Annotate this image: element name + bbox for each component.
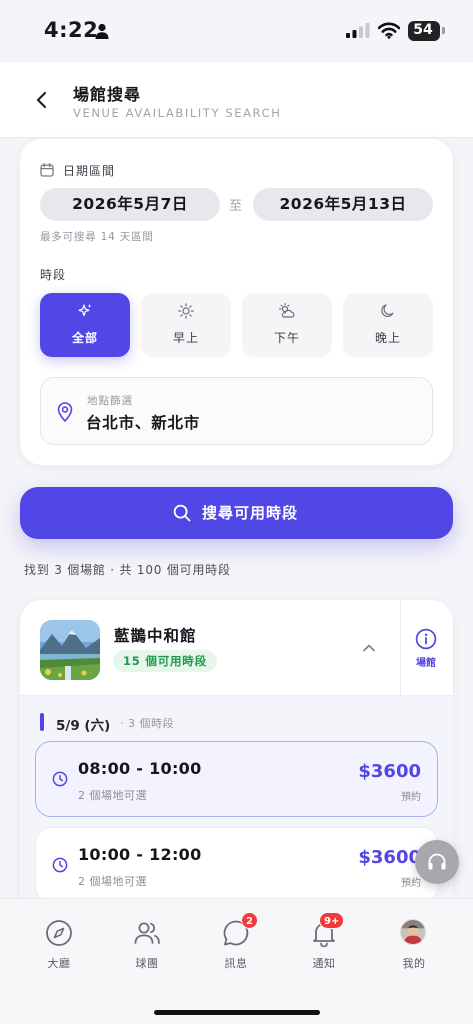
customer-support-button[interactable]	[415, 840, 459, 884]
venue-name: 藍鵲中和館	[114, 627, 197, 645]
period-morning-button[interactable]: 早上	[141, 293, 231, 357]
bottom-tab-bar: 大廳 球團 2 訊息 9+ 通知 我的	[0, 898, 473, 1024]
tab-messages[interactable]: 2 訊息	[206, 912, 266, 979]
slot-price: $3600	[358, 847, 421, 868]
avatar	[400, 919, 426, 945]
chevron-up-icon[interactable]	[361, 640, 377, 656]
status-bar: 4:22 54	[0, 0, 473, 62]
battery-level: 54	[413, 22, 433, 38]
period-label: 時段	[40, 268, 67, 282]
tab-profile-label: 我的	[402, 957, 426, 970]
period-morning-label: 早上	[172, 331, 199, 345]
location-filter[interactable]: 地點篩選 台北市、新北市	[40, 377, 433, 445]
tab-groups-label: 球團	[135, 957, 159, 970]
moon-icon	[381, 304, 394, 317]
venue-card: 藍鵲中和館 15 個可用時段 場館 5/9 (六) · 3 個時段 08:00 …	[20, 600, 453, 920]
page-header: 場館搜尋 VENUE AVAILABILITY SEARCH	[0, 62, 473, 138]
sun-icon	[178, 303, 194, 319]
slot-book-label[interactable]: 預約	[401, 874, 421, 889]
map-pin-icon	[57, 402, 73, 422]
day-accent-bar	[40, 713, 44, 731]
available-slots-badge: 15 個可用時段	[113, 650, 217, 672]
clock-icon	[52, 857, 68, 873]
tab-lobby-label: 大廳	[47, 957, 71, 970]
person-icon	[95, 23, 109, 39]
time-slot-card[interactable]: 08:00 - 10:00 2 個場地可選 $3600 預約	[35, 741, 438, 817]
time-slot-card[interactable]: 10:00 - 12:00 2 個場地可選 $3600 預約	[35, 827, 438, 903]
slot-time: 10:00 - 12:00	[78, 845, 202, 864]
search-icon	[173, 504, 191, 522]
start-date-field[interactable]: 2026年5月7日	[40, 188, 220, 221]
slot-price: $3600	[358, 761, 421, 782]
tab-messages-label: 訊息	[224, 957, 248, 970]
tab-notifications[interactable]: 9+ 通知	[294, 912, 354, 979]
period-evening-button[interactable]: 晚上	[343, 293, 433, 357]
date-range-label: 日期區間	[63, 164, 116, 178]
period-all-label: 全部	[71, 331, 98, 345]
slot-time: 08:00 - 10:00	[78, 759, 202, 778]
users-icon	[134, 922, 160, 944]
battery-icon: 54	[408, 21, 440, 41]
cloud-sun-icon	[279, 303, 295, 318]
battery-tip	[442, 27, 445, 34]
messages-badge: 2	[241, 912, 258, 929]
day-date: 5/9 (六)	[56, 718, 111, 734]
period-afternoon-label: 下午	[273, 331, 300, 345]
venue-info-button[interactable]: 場館	[408, 654, 444, 669]
period-afternoon-button[interactable]: 下午	[242, 293, 332, 357]
period-all-button[interactable]: 全部	[40, 293, 130, 357]
sparkles-icon	[78, 304, 92, 317]
back-button[interactable]	[28, 86, 56, 114]
end-date-field[interactable]: 2026年5月13日	[253, 188, 433, 221]
period-evening-label: 晚上	[374, 331, 401, 345]
clock-icon	[52, 771, 68, 787]
notifications-badge: 9+	[319, 912, 345, 929]
day-slot-count: · 3 個時段	[120, 717, 174, 730]
location-value: 台北市、新北市	[86, 414, 201, 432]
calendar-icon	[40, 163, 54, 177]
cellular-signal-icon	[346, 23, 370, 38]
result-summary: 找到 3 個場館 · 共 100 個可用時段	[24, 563, 231, 577]
slot-courts: 2 個場地可選	[78, 875, 147, 888]
status-time: 4:22	[44, 18, 99, 42]
venue-header-divider	[400, 600, 401, 696]
tab-profile[interactable]: 我的	[384, 919, 444, 979]
page-subtitle: VENUE AVAILABILITY SEARCH	[73, 106, 282, 120]
search-filter-card: 日期區間 2026年5月7日 至 2026年5月13日 最多可搜尋 14 天區間…	[20, 139, 453, 465]
date-range-hint: 最多可搜尋 14 天區間	[40, 231, 154, 243]
search-button-label: 搜尋可用時段	[202, 504, 299, 522]
tab-lobby[interactable]: 大廳	[29, 919, 89, 979]
page-title: 場館搜尋	[73, 85, 142, 104]
venue-card-header[interactable]: 藍鵲中和館 15 個可用時段 場館	[20, 600, 453, 696]
search-availability-button[interactable]: 搜尋可用時段	[20, 487, 453, 539]
wifi-icon	[378, 22, 400, 39]
slot-courts: 2 個場地可選	[78, 789, 147, 802]
venue-photo	[40, 620, 100, 680]
compass-icon	[46, 920, 72, 946]
slot-book-label[interactable]: 預約	[401, 788, 421, 803]
home-indicator	[154, 1010, 320, 1015]
info-icon[interactable]	[415, 628, 437, 650]
headset-icon	[428, 853, 446, 870]
location-caption: 地點篩選	[87, 395, 133, 407]
tab-groups[interactable]: 球團	[117, 919, 177, 979]
tab-notifications-label: 通知	[312, 957, 336, 970]
date-separator: 至	[229, 199, 243, 214]
